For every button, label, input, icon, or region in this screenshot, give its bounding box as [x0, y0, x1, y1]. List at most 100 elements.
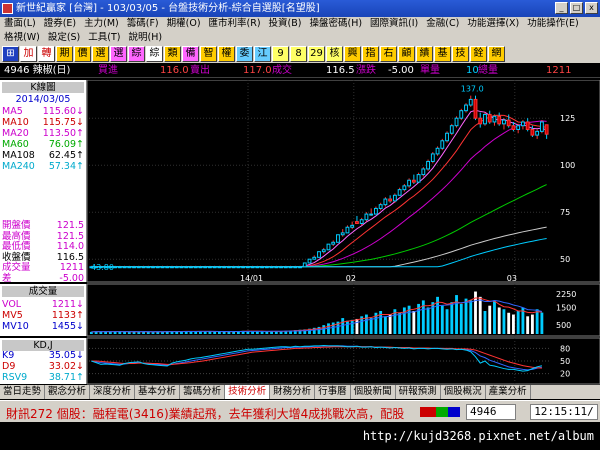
candle-body	[331, 241, 336, 245]
menu-item[interactable]: 匯市利率(R)	[205, 17, 265, 31]
candle-body	[539, 121, 544, 132]
volume-bar	[365, 314, 368, 334]
toolbar-button[interactable]: 類	[164, 46, 181, 62]
toolbar-button[interactable]: 價	[74, 46, 91, 62]
toolbar-button[interactable]: 技	[452, 46, 469, 62]
buy-label: 買進	[98, 65, 118, 76]
analysis-tab[interactable]: 財務分析	[270, 385, 316, 399]
toolbar-button[interactable]: 9	[272, 46, 289, 62]
toolbar-button[interactable]: 綜	[146, 46, 163, 62]
toolbar-button[interactable]: 基	[434, 46, 451, 62]
legend-name: 最低價	[2, 241, 31, 252]
toolbar-button[interactable]: 綜	[128, 46, 145, 62]
menu-item[interactable]: 說明(H)	[124, 31, 166, 45]
candle-body	[264, 266, 269, 269]
analysis-tab[interactable]: 基本分析	[135, 385, 181, 399]
legend-row: MA10 115.75↓	[2, 117, 84, 128]
candle-body	[288, 266, 293, 269]
legend-row: D9 33.02↓	[2, 361, 84, 372]
volume-bar	[222, 331, 226, 334]
toolbar-button[interactable]: 期	[56, 46, 73, 62]
toolbar-button[interactable]: 選	[110, 46, 127, 62]
volume-bar	[426, 307, 430, 334]
legend-number: 76.09	[48, 139, 77, 150]
toolbar-button[interactable]: 指	[362, 46, 379, 62]
toolbar-button[interactable]: 興	[344, 46, 361, 62]
candle-body	[364, 213, 369, 221]
analysis-tab[interactable]: 當日走勢	[0, 385, 46, 399]
toolbar-button[interactable]: 轉	[38, 46, 55, 62]
legend-name: MA60	[2, 139, 29, 150]
candle-body	[516, 125, 521, 130]
menu-item[interactable]: 期權(O)	[163, 17, 205, 31]
clock-display: 12:15:11/	[530, 404, 598, 420]
close-button[interactable]: x	[585, 2, 598, 14]
analysis-tab[interactable]: 個股新聞	[351, 385, 396, 399]
toolbar-button[interactable]: 權	[218, 46, 235, 62]
analysis-tab[interactable]: 籌碼分析	[180, 385, 226, 399]
analysis-tab[interactable]: 個股概況	[441, 385, 486, 399]
toolbar-button[interactable]: 委	[236, 46, 253, 62]
toolbar-button[interactable]: 備	[182, 46, 199, 62]
toolbar-button[interactable]: 銓	[470, 46, 487, 62]
menu-item[interactable]: 畫面(L)	[0, 17, 40, 31]
candle-body	[402, 185, 407, 191]
analysis-tab[interactable]: 觀念分析	[45, 385, 91, 399]
toolbar-button[interactable]: 智	[200, 46, 217, 62]
stock-code-input[interactable]: 4946	[466, 404, 516, 420]
volume-bar	[497, 307, 501, 334]
candle-body	[407, 179, 412, 187]
legend-value: 33.02↓	[49, 361, 84, 372]
toolbar-button[interactable]: 顧	[398, 46, 415, 62]
toolbar-button[interactable]: 績	[416, 46, 433, 62]
menu-item[interactable]: 投資(B)	[265, 17, 306, 31]
maximize-button[interactable]: □	[570, 2, 583, 14]
analysis-tabs: 當日走勢 觀念分析 深度分析 基本分析 籌碼分析 技術分析 財務分析 行事曆 個股新聞 研報預測個…	[0, 385, 600, 399]
candle-body	[369, 213, 374, 216]
volume-axis-label: 500	[556, 321, 571, 330]
toolbar-button[interactable]: ⊞	[2, 46, 19, 62]
candle-body	[454, 117, 459, 127]
toolbar-button[interactable]: 29	[308, 46, 325, 62]
toolbar-button[interactable]: 右	[380, 46, 397, 62]
legend-value: 121.5	[57, 231, 84, 242]
toolbar-button[interactable]: 江	[254, 46, 271, 62]
analysis-tab[interactable]: 產業分析	[486, 385, 531, 399]
menu-item[interactable]: 工具(T)	[84, 31, 124, 45]
analysis-tab[interactable]: 深度分析	[90, 385, 136, 399]
menu-item[interactable]: 金融(C)	[422, 17, 463, 31]
candle-body	[155, 266, 160, 269]
news-ticker-text[interactable]: 財訊272 個股：融程電(3416)業績起飛，去年獲利大增4成挑戰次高，配股	[6, 405, 416, 422]
trend-arrow: ↓	[76, 117, 84, 128]
toolbar-button[interactable]: 加	[20, 46, 37, 62]
price-axis-label: 125	[560, 114, 575, 123]
candle-body	[141, 266, 146, 269]
menu-item[interactable]: 主力(M)	[80, 17, 123, 31]
legend-value: 1455↓	[52, 321, 84, 332]
toolbar-button[interactable]: 選	[92, 46, 109, 62]
analysis-tab[interactable]: 研報預測	[396, 385, 441, 399]
menu-item[interactable]: 功能操作(E)	[523, 17, 582, 31]
analysis-tab[interactable]: 技術分析	[225, 385, 271, 399]
volume-bar	[455, 295, 458, 334]
candle-body	[298, 266, 302, 269]
minimize-button[interactable]: _	[555, 2, 568, 14]
menu-item[interactable]: 功能選擇(X)	[463, 17, 523, 31]
menu-item[interactable]: 設定(S)	[44, 31, 84, 45]
toolbar-button[interactable]: 8	[290, 46, 307, 62]
menu-item[interactable]: 操盤密碼(H)	[305, 17, 366, 31]
candle-body	[397, 189, 402, 196]
toolbar-button[interactable]: 核	[326, 46, 343, 62]
technical-chart[interactable]: 125 100 75 50 14/01 02 03 137.0 43.80 2250 1500 500…	[87, 80, 600, 385]
menu-item[interactable]: 證券(E)	[40, 17, 80, 31]
menu-item[interactable]: 國際資訊(I)	[366, 17, 422, 31]
legend-row: MA240 57.34↑	[2, 161, 84, 172]
analysis-tab[interactable]: 行事曆	[315, 385, 351, 399]
volume-bar	[512, 314, 515, 334]
legend-row: MA60 76.09↑	[2, 139, 84, 150]
toolbar-button[interactable]: 網	[488, 46, 505, 62]
candle-body	[260, 266, 265, 269]
candle-body	[279, 266, 283, 269]
menu-item[interactable]: 籌碼(F)	[123, 17, 163, 31]
menu-item[interactable]: 格視(W)	[0, 31, 44, 45]
